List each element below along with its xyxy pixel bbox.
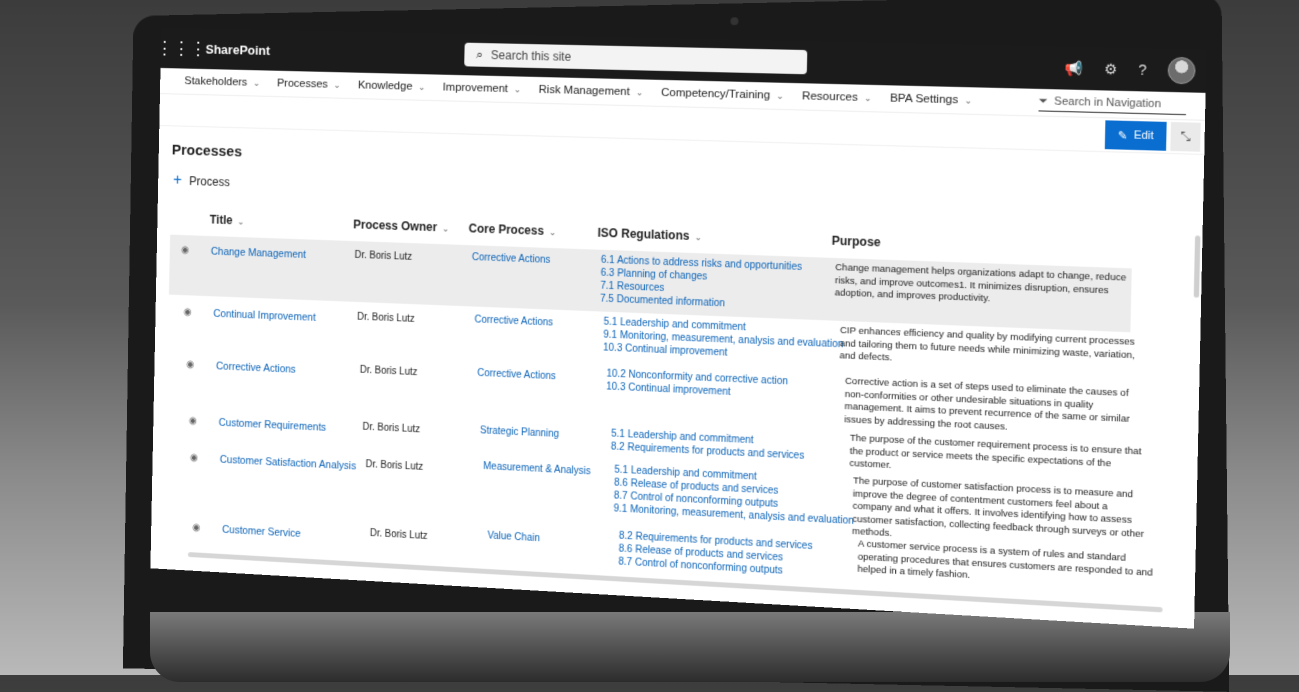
column-header-iso[interactable]: ISO Regulations ⌄ [597, 226, 702, 244]
nav-search-input[interactable]: ⏷ Search in Navigation [1038, 91, 1187, 116]
chevron-down-icon: ⌄ [333, 79, 341, 90]
plus-icon: + [172, 171, 182, 189]
row-purpose: CIP enhances efficiency and quality by m… [839, 324, 1135, 364]
row-core-link[interactable]: Corrective Actions [477, 368, 556, 382]
row-title-link[interactable]: Customer Service [222, 524, 301, 540]
nav-item-resources[interactable]: Resources ⌄ [802, 90, 872, 104]
chevron-down-icon: ⌄ [252, 77, 261, 88]
row-iso-list: 5.1 Leadership and commitment 8.6 Releas… [613, 464, 854, 528]
row-title-link[interactable]: Customer Requirements [219, 417, 327, 434]
row-purpose: Corrective action is a set of steps used… [844, 375, 1130, 433]
nav-item-risk-management[interactable]: Risk Management ⌄ [539, 84, 644, 99]
row-core-link[interactable]: Strategic Planning [480, 425, 559, 440]
nav-item-processes[interactable]: Processes ⌄ [277, 78, 341, 91]
row-core-link[interactable]: Corrective Actions [474, 314, 553, 328]
row-iso-list: 6.1 Actions to address risks and opportu… [600, 254, 802, 314]
row-owner: Dr. Boris Lutz [356, 311, 415, 325]
column-header-purpose[interactable]: Purpose [832, 234, 881, 250]
avatar[interactable] [1167, 56, 1196, 85]
eye-icon[interactable]: ◉ [186, 359, 194, 370]
eye-icon[interactable]: ◉ [190, 452, 198, 463]
edit-button[interactable]: ✎ Edit [1104, 120, 1167, 151]
chevron-down-icon: ⌄ [863, 92, 872, 104]
chevron-down-icon: ⌄ [694, 232, 703, 243]
site-search-placeholder: Search this site [490, 48, 572, 64]
chevron-down-icon: ⌄ [548, 227, 557, 238]
column-header-core[interactable]: Core Process ⌄ [468, 221, 556, 238]
row-owner: Dr. Boris Lutz [369, 528, 428, 542]
row-iso-list: 10.2 Nonconformity and corrective action… [606, 368, 788, 402]
nav-search-label: Search in Navigation [1054, 95, 1162, 111]
add-process-label: Process [189, 174, 230, 190]
edit-label: Edit [1133, 129, 1154, 143]
vertical-scrollbar[interactable] [1193, 235, 1201, 298]
waffle-grid-icon[interactable]: ⋮⋮⋮ [156, 27, 207, 69]
row-title-link[interactable]: Change Management [211, 246, 306, 261]
column-header-title[interactable]: Title ⌄ [210, 213, 245, 228]
site-search-input[interactable]: ⌕ Search this site [464, 42, 808, 75]
laptop-base [150, 612, 1230, 682]
row-core-link[interactable]: Measurement & Analysis [483, 461, 591, 477]
sharepoint-window: ⋮⋮⋮ SharePoint ⌕ Search this site 📢 ⚙ ? … [150, 27, 1207, 629]
nav-item-competency-training[interactable]: Competency/Training ⌄ [661, 87, 784, 102]
eye-icon[interactable]: ◉ [192, 522, 200, 533]
eye-icon[interactable]: ◉ [189, 415, 197, 426]
pencil-icon: ✎ [1117, 129, 1128, 143]
suite-actions: 📢 ⚙ ? [1064, 46, 1196, 92]
app-brand[interactable]: SharePoint [205, 41, 270, 57]
row-purpose: Change management helps organizations ad… [834, 262, 1127, 305]
row-owner: Dr. Boris Lutz [354, 249, 413, 263]
chevron-down-icon: ⌄ [776, 90, 784, 101]
row-owner: Dr. Boris Lutz [365, 459, 424, 473]
chevron-down-icon: ⌄ [635, 87, 644, 98]
row-core-link[interactable]: Corrective Actions [472, 252, 551, 266]
nav-item-improvement[interactable]: Improvement ⌄ [443, 82, 522, 96]
gear-icon[interactable]: ⚙ [1104, 60, 1118, 78]
nav-item-knowledge[interactable]: Knowledge ⌄ [358, 80, 426, 93]
filter-icon: ⏷ [1038, 94, 1049, 108]
megaphone-icon[interactable]: 📢 [1065, 59, 1084, 77]
chevron-down-icon: ⌄ [237, 216, 245, 227]
row-iso-list: 5.1 Leadership and commitment 9.1 Monito… [603, 316, 844, 365]
column-header-owner[interactable]: Process Owner ⌄ [353, 218, 449, 235]
nav-item-stakeholders[interactable]: Stakeholders ⌄ [184, 75, 260, 89]
row-title-link[interactable]: Corrective Actions [216, 360, 296, 375]
chevron-down-icon: ⌄ [964, 95, 973, 106]
help-icon[interactable]: ? [1138, 61, 1147, 78]
row-owner: Dr. Boris Lutz [362, 421, 421, 436]
chevron-down-icon: ⌄ [513, 84, 522, 95]
eye-icon[interactable]: ◉ [183, 307, 191, 318]
row-iso-list: 8.2 Requirements for products and servic… [618, 530, 812, 580]
row-title-link[interactable]: Continual Improvement [213, 308, 316, 324]
eye-icon[interactable]: ◉ [181, 245, 189, 256]
nav-item-bpa-settings[interactable]: BPA Settings ⌄ [890, 92, 972, 106]
search-icon: ⌕ [475, 46, 484, 62]
row-title-link[interactable]: Customer Satisfaction Analysis [220, 454, 357, 473]
row-core-link[interactable]: Value Chain [487, 530, 540, 544]
row-owner: Dr. Boris Lutz [359, 364, 418, 379]
chevron-down-icon: ⌄ [441, 223, 450, 234]
collapse-icon[interactable]: ⤡ [1170, 122, 1201, 152]
chevron-down-icon: ⌄ [418, 81, 426, 92]
webcam [730, 17, 739, 26]
